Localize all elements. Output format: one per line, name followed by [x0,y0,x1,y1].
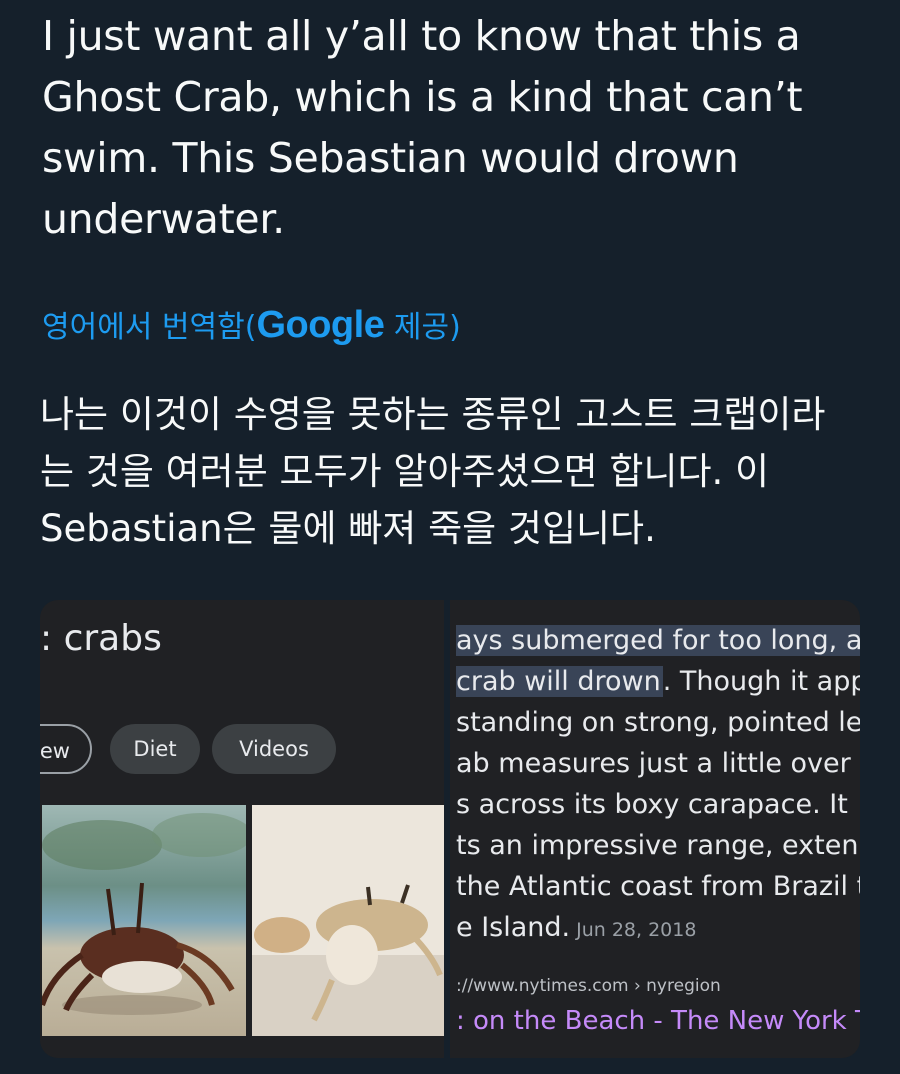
article-snippet: ays submerged for too long, a crab will … [456,620,860,951]
google-logo-text: Google [256,304,385,346]
translate-suffix: 제공) [384,310,461,345]
translated-line: 나는 이것이 수영을 못하는 종류인 고스트 크랩이라 [40,393,826,436]
crab-photo-1 [42,805,246,1036]
snippet-text: ab measures just a little over tw [456,748,860,779]
snippet-highlight: crab will drown [456,666,663,697]
chip-videos: Videos [212,724,336,774]
snippet-text: ts an impressive range, extendi [456,830,860,861]
tweet-media[interactable]: : crabs ew Diet Videos ays submerged for… [40,600,860,1058]
snippet-text: s across its boxy carapace. It [456,789,848,820]
tweet-line: underwater. [42,195,285,243]
snippet-highlight: ays submerged for too long, a [456,625,860,656]
snippet-text: . Though it app [662,666,860,697]
snippet-text: standing on strong, pointed leg [456,707,860,738]
snippet-text: e Island. [456,912,571,943]
tweet-line: swim. This Sebastian would drown [42,134,739,182]
tweet-line: Ghost Crab, which is a kind that can’t [42,73,803,121]
translated-line: Sebastian은 물에 빠져 죽을 것입니다. [40,507,656,550]
crab-photo-2 [252,805,444,1036]
chip-diet: Diet [110,724,200,774]
tweet-line: I just want all y’all to know that this … [42,12,801,60]
search-screenshot-right: ays submerged for too long, a crab will … [450,600,860,1058]
result-link: : on the Beach - The New York T [456,1006,860,1036]
tweet-text: I just want all y’all to know that this … [42,6,882,250]
chip-overview: ew [40,724,92,774]
translate-prefix: 영어에서 번역함( [42,310,257,345]
translated-from-label[interactable]: 영어에서 번역함(Google 제공) [42,302,461,347]
snippet-text: the Atlantic coast from Brazil to [456,871,860,902]
snippet-date: Jun 28, 2018 [576,919,697,941]
search-title: : crabs [40,618,162,659]
translated-text: 나는 이것이 수영을 못하는 종류인 고스트 크랩이라 는 것을 여러분 모두가… [40,386,880,557]
search-screenshot-left: : crabs ew Diet Videos [40,600,444,1058]
translated-line: 는 것을 여러분 모두가 알아주셨으면 합니다. 이 [40,450,770,493]
result-url: ://www.nytimes.com › nyregion [456,976,721,996]
